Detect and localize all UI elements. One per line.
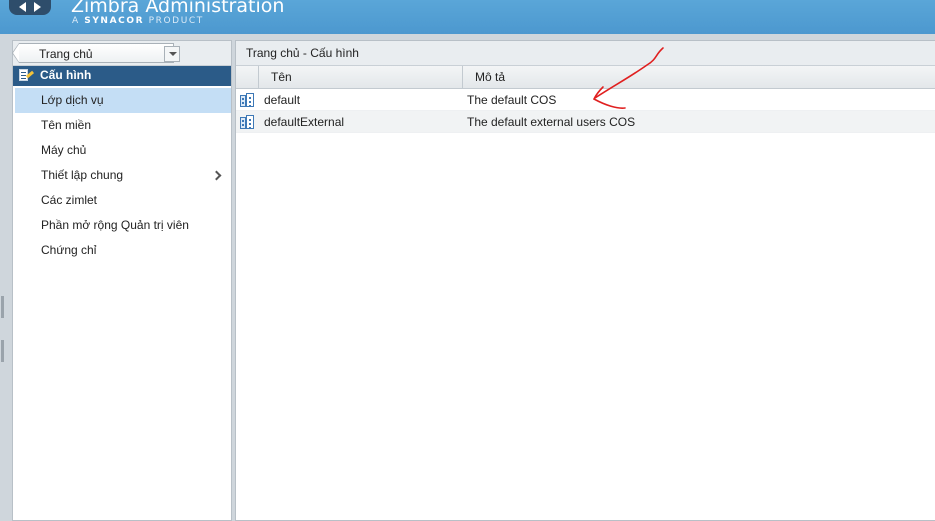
table-row[interactable]: default The default COS bbox=[236, 89, 935, 111]
sidebar-item-label: Thiết lập chung bbox=[41, 168, 124, 182]
sidebar-item-domains[interactable]: Tên miền bbox=[13, 113, 231, 138]
sidebar-item-label: Máy chủ bbox=[41, 143, 87, 157]
main-panel: Trang chủ - Cấu hình Tên Mô tả default T… bbox=[235, 40, 935, 521]
sidebar-item-label: Các zimlet bbox=[41, 193, 98, 207]
sidebar-item-global-settings[interactable]: Thiết lập chung bbox=[13, 163, 231, 188]
sidebar-item-label: Phần mở rộng Quản trị viên bbox=[41, 218, 189, 232]
column-header-description[interactable]: Mô tả bbox=[462, 66, 935, 89]
row-description: The default COS bbox=[467, 93, 557, 107]
sidebar-item-servers[interactable]: Máy chủ bbox=[13, 138, 231, 163]
cos-icon bbox=[240, 93, 254, 107]
chevron-down-icon[interactable] bbox=[164, 46, 180, 62]
column-header-name[interactable]: Tên bbox=[258, 66, 462, 89]
page-breadcrumb: Trang chủ - Cấu hình bbox=[236, 41, 935, 66]
table-header: Tên Mô tả bbox=[236, 66, 935, 89]
sidebar-item-zimlets[interactable]: Các zimlet bbox=[13, 188, 231, 213]
row-name: default bbox=[264, 93, 301, 107]
forward-arrow-icon[interactable] bbox=[34, 2, 41, 12]
subtitle-suffix: PRODUCT bbox=[148, 16, 204, 26]
subtitle-brand: SYNACOR bbox=[84, 16, 145, 26]
cos-icon bbox=[240, 115, 254, 129]
subtitle-prefix: A bbox=[72, 16, 80, 26]
breadcrumb-select-label: Trang chủ bbox=[39, 47, 93, 61]
breadcrumb-select[interactable]: Trang chủ bbox=[12, 43, 180, 63]
section-title: Cấu hình bbox=[40, 68, 92, 82]
table-row[interactable]: defaultExternal The default external use… bbox=[236, 111, 935, 133]
chevron-right-icon[interactable] bbox=[211, 170, 222, 181]
panel-edge-grip[interactable] bbox=[0, 294, 5, 364]
left-nav-panel: Trang chủ Cấu hình Lớp dịch vụ Tên miền … bbox=[12, 40, 232, 521]
app-subtitle: A SYNACOR PRODUCT bbox=[72, 16, 204, 26]
sidebar-item-admin-extensions[interactable]: Phần mở rộng Quản trị viên bbox=[13, 213, 231, 238]
nav-list: Lớp dịch vụ Tên miền Máy chủ Thiết lập c… bbox=[13, 86, 231, 263]
app-header: Zimbra Administration A SYNACOR PRODUCT bbox=[0, 0, 935, 34]
sidebar-item-cos[interactable]: Lớp dịch vụ bbox=[15, 88, 231, 113]
sidebar-item-label: Chứng chỉ bbox=[41, 243, 97, 257]
sidebar-item-label: Lớp dịch vụ bbox=[41, 93, 104, 107]
breadcrumb-bar: Trang chủ bbox=[12, 41, 231, 66]
app-title: Zimbra Administration bbox=[71, 0, 285, 17]
column-header-icon bbox=[236, 66, 258, 89]
back-arrow-icon[interactable] bbox=[19, 2, 26, 12]
configuration-icon bbox=[19, 69, 35, 83]
history-nav bbox=[9, 0, 51, 15]
row-description: The default external users COS bbox=[467, 115, 636, 129]
sidebar-item-certificates[interactable]: Chứng chỉ bbox=[13, 238, 231, 263]
section-header-configuration[interactable]: Cấu hình bbox=[13, 66, 231, 86]
row-name: defaultExternal bbox=[264, 115, 345, 129]
sidebar-item-label: Tên miền bbox=[41, 118, 92, 132]
